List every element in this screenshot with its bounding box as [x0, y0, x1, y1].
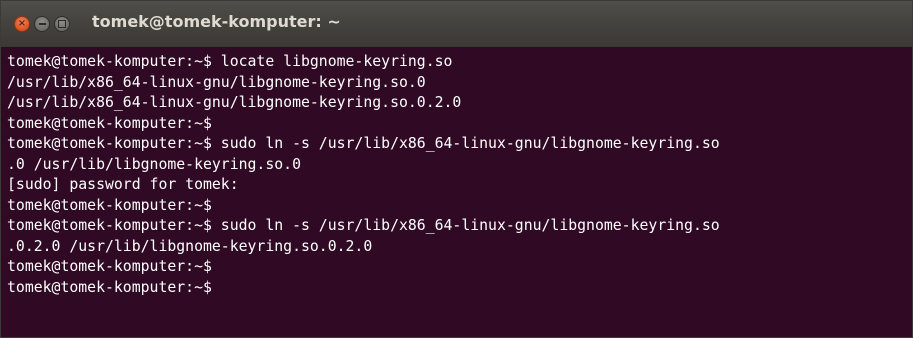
terminal-line: tomek@tomek-komputer:~$ sudo ln -s /usr/… [7, 135, 720, 152]
terminal-line: /usr/lib/x86_64-linux-gnu/libgnome-keyri… [7, 73, 426, 91]
terminal-line: tomek@tomek-komputer:~$ [7, 278, 212, 296]
terminal-line: .0 /usr/lib/libgnome-keyring.so.0 [7, 155, 301, 173]
minimize-icon [38, 23, 46, 25]
close-icon: × [17, 18, 27, 29]
title-bar[interactable]: × tomek@tomek-komputer: ~ [1, 1, 912, 48]
close-button[interactable]: × [14, 16, 30, 32]
terminal-window: × tomek@tomek-komputer: ~ tomek@tomek-ko… [0, 0, 913, 338]
maximize-button[interactable] [54, 16, 70, 32]
terminal-output[interactable]: tomek@tomek-komputer:~$ locate libgnome-… [1, 47, 912, 337]
terminal-line: .0.2.0 /usr/lib/libgnome-keyring.so.0.2.… [7, 237, 373, 255]
terminal-line: tomek@tomek-komputer:~$ sudo ln -s /usr/… [7, 217, 720, 234]
terminal-line: /usr/lib/x86_64-linux-gnu/libgnome-keyri… [7, 94, 462, 111]
maximize-icon [58, 20, 66, 28]
terminal-line: tomek@tomek-komputer:~$ locate libgnome-… [7, 53, 453, 70]
terminal-line: tomek@tomek-komputer:~$ [7, 258, 212, 275]
terminal-line: tomek@tomek-komputer:~$ [7, 196, 212, 214]
minimize-button[interactable] [34, 16, 50, 32]
window-title: tomek@tomek-komputer: ~ [92, 12, 341, 31]
terminal-line: tomek@tomek-komputer:~$ [7, 114, 212, 132]
terminal-line: [sudo] password for tomek: [7, 176, 239, 193]
